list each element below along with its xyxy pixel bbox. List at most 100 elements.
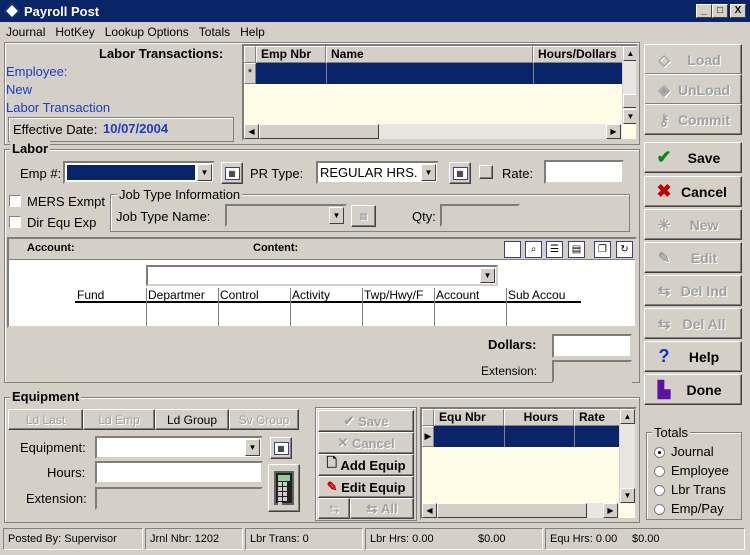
labor-extension-label: Extension:	[481, 364, 538, 378]
commit-button[interactable]: ⚷ Commit	[644, 104, 742, 135]
scroll-left-icon[interactable]: ◀	[422, 503, 437, 518]
qty-input[interactable]	[440, 204, 520, 227]
col-rate[interactable]: Rate	[574, 409, 620, 426]
copy-account-icon[interactable]: ❐	[594, 241, 611, 258]
dir-equ-exp-checkbox[interactable]	[9, 216, 21, 228]
emp-combo[interactable]: ▼	[63, 161, 215, 184]
menu-hotkey[interactable]: HotKey	[55, 25, 94, 39]
grid-vscroll[interactable]: ▲ ▼	[622, 46, 636, 124]
rate-toggle[interactable]	[479, 165, 493, 179]
equipment-save-button[interactable]: ✔ Save	[318, 410, 414, 432]
ld-emp-button[interactable]: Ld Emp	[83, 409, 155, 430]
equipment-section-label: Equipment	[10, 389, 82, 404]
hscroll-thumb[interactable]	[437, 503, 587, 518]
maximize-button[interactable]: □	[712, 4, 728, 18]
payroll-post-window: Payroll Post _ □ X Journal HotKey Lookup…	[0, 0, 750, 555]
equipment-grid[interactable]: Equ Nbr Hours Rate ▶ ▲ ▼ ◀ ▶	[420, 407, 637, 520]
scroll-down-icon[interactable]: ▼	[623, 109, 636, 124]
refresh-account-icon[interactable]: ↻	[616, 241, 633, 258]
job-type-info-label: Job Type Information	[117, 187, 243, 202]
ld-last-button[interactable]: Ld Last	[8, 409, 83, 430]
search-account-icon[interactable]: ⌕	[525, 241, 542, 258]
equipment-delete-ind-button[interactable]: ⇆	[318, 498, 350, 519]
menu-help[interactable]: Help	[240, 25, 265, 39]
equipment-lookup-button[interactable]: ▦	[270, 437, 292, 459]
totals-journal-option[interactable]: Journal	[654, 444, 714, 459]
help-button[interactable]: ? Help	[644, 341, 742, 372]
hours-input[interactable]	[95, 461, 263, 484]
pr-type-dropdown-icon[interactable]: ▼	[421, 164, 436, 181]
col-sub-account: Sub Accou	[508, 288, 566, 302]
mers-exmpt-checkbox[interactable]	[9, 195, 21, 207]
grid-account-icon[interactable]: ▤	[568, 241, 585, 258]
del-all-button[interactable]: ⇆ Del All	[644, 308, 742, 339]
equip-selected-row[interactable]	[434, 426, 620, 447]
minimize-button[interactable]: _	[696, 4, 712, 18]
x-icon: ✕	[337, 435, 352, 450]
job-type-dropdown-icon[interactable]: ▼	[329, 207, 344, 224]
hscroll-thumb[interactable]	[259, 124, 379, 139]
totals-employee-option[interactable]: Employee	[654, 463, 729, 478]
calculator-button[interactable]	[268, 464, 300, 512]
list-account-icon[interactable]: ☰	[546, 241, 563, 258]
account-combo[interactable]: ▼	[146, 265, 498, 286]
menu-lookup-options[interactable]: Lookup Options	[105, 25, 189, 39]
selected-row[interactable]	[256, 63, 624, 84]
col-hours[interactable]: Hours	[504, 409, 574, 426]
save-button[interactable]: ✔ Save	[644, 142, 742, 173]
col-equ-nbr[interactable]: Equ Nbr	[434, 409, 504, 426]
equipment-dropdown-icon[interactable]: ▼	[245, 439, 260, 456]
totals-lbr-trans-option[interactable]: Lbr Trans	[654, 482, 726, 497]
menu-journal[interactable]: Journal	[6, 25, 45, 39]
equipment-cancel-button[interactable]: ✕ Cancel	[318, 432, 414, 454]
emp-lookup-button[interactable]: ▦	[221, 162, 243, 184]
labor-transactions-grid[interactable]: Emp Nbr Name Hours/Dollars * ▲ ▼ ◀ ▶	[242, 44, 638, 141]
emp-dropdown-icon[interactable]: ▼	[197, 164, 212, 181]
equip-grid-vscroll[interactable]: ▲ ▼	[619, 409, 635, 503]
done-icon: ▙	[657, 381, 671, 399]
done-button[interactable]: ▙ Done	[644, 374, 742, 405]
equip-grid-corner	[422, 409, 434, 426]
status-lbr-trans: Lbr Trans: 0	[245, 528, 363, 550]
load-button[interactable]: ◇ Load	[644, 44, 742, 75]
scroll-up-icon[interactable]: ▲	[620, 409, 635, 424]
del-ind-button[interactable]: ⇆ Del Ind	[644, 275, 742, 306]
job-type-lookup-button[interactable]: ▦	[351, 205, 376, 227]
scroll-left-icon[interactable]: ◀	[244, 124, 259, 139]
calculator-icon: ▦	[359, 210, 368, 221]
close-button[interactable]: X	[730, 4, 746, 18]
equipment-combo[interactable]: ▼	[95, 436, 263, 459]
col-activity: Activity	[292, 288, 331, 302]
pr-type-combo[interactable]: REGULAR HRS. ▼	[316, 161, 439, 184]
new-button[interactable]: ✳ New	[644, 209, 742, 240]
edit-equip-button[interactable]: ✎ Edit Equip	[318, 476, 414, 498]
scroll-down-icon[interactable]: ▼	[620, 488, 635, 503]
pr-type-lookup-button[interactable]: ▦	[449, 162, 471, 184]
new-account-icon[interactable]	[504, 241, 521, 258]
col-hours-dollars[interactable]: Hours/Dollars	[533, 46, 624, 63]
account-dropdown-icon[interactable]: ▼	[480, 268, 495, 283]
equipment-delete-all-button[interactable]: ⇆ All	[350, 498, 414, 519]
effective-date-label: Effective Date:	[13, 122, 98, 137]
rate-input[interactable]	[544, 160, 624, 184]
add-equip-button[interactable]: 🗋 Add Equip	[318, 454, 414, 476]
scroll-right-icon[interactable]: ▶	[603, 503, 618, 518]
scroll-up-icon[interactable]: ▲	[623, 46, 636, 61]
dollars-input[interactable]	[552, 334, 632, 358]
status-lbr-hrs: Lbr Hrs: 0.00	[370, 533, 434, 545]
pr-type-label: PR Type:	[250, 166, 304, 181]
ld-group-button[interactable]: Ld Group	[155, 409, 229, 430]
menu-totals[interactable]: Totals	[199, 25, 230, 39]
sv-group-button[interactable]: Sv Group	[229, 409, 299, 430]
col-name[interactable]: Name	[326, 46, 533, 63]
job-type-name-combo[interactable]: ▼	[225, 204, 347, 227]
edit-button[interactable]: ✎ Edit	[644, 242, 742, 273]
equip-grid-hscroll[interactable]: ◀ ▶	[422, 503, 619, 518]
totals-emp-pay-option[interactable]: Emp/Pay	[654, 501, 724, 516]
scroll-right-icon[interactable]: ▶	[606, 124, 621, 139]
grid-hscroll[interactable]: ◀ ▶	[244, 124, 622, 139]
cancel-button[interactable]: ✖ Cancel	[644, 176, 742, 207]
unload-button[interactable]: ◈ UnLoad	[644, 74, 742, 105]
scroll-thumb[interactable]	[623, 94, 636, 108]
col-emp-nbr[interactable]: Emp Nbr	[256, 46, 326, 63]
